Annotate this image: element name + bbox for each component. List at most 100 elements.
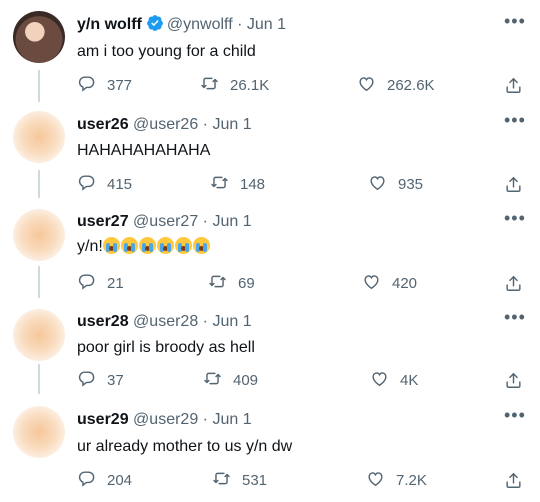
retweet-count: 26.1K (230, 77, 270, 94)
share-icon[interactable] (504, 76, 523, 100)
share-icon[interactable] (504, 274, 523, 298)
tweet-actions: 415 148 935 (0, 173, 540, 197)
retweet-count: 69 (238, 275, 255, 292)
like-count: 262.6K (387, 77, 435, 94)
verified-badge-icon (146, 14, 164, 38)
more-icon[interactable]: ••• (504, 209, 525, 228)
tweet-date[interactable]: Jun 1 (247, 16, 286, 33)
tweet-date[interactable]: Jun 1 (212, 411, 251, 428)
reply-count: 21 (107, 275, 124, 292)
tweet-date[interactable]: Jun 1 (212, 313, 251, 330)
tweet-date[interactable]: Jun 1 (212, 213, 251, 230)
tweet-header: y/n wolff @ynwolff · Jun 1 (77, 14, 286, 38)
like-icon (366, 469, 396, 492)
reply-icon (77, 369, 107, 392)
display-name[interactable]: y/n wolff (77, 16, 142, 33)
tweet-text: poor girl is broody as hell (77, 339, 255, 356)
display-name[interactable]: user27 (77, 213, 129, 230)
like-count: 4K (400, 372, 419, 389)
tweet[interactable]: user27 @user27 · Jun 1 ••• y/n! 21 69 42… (0, 198, 540, 298)
tweet-actions: 37 409 4K (0, 369, 540, 393)
reply-count: 415 (107, 176, 133, 193)
tweet-actions: 377 26.1K 262.6K (0, 74, 540, 98)
retweet-icon (212, 469, 242, 492)
like-count: 935 (398, 176, 424, 193)
reply-button[interactable]: 204 (77, 469, 132, 492)
tweet-actions: 21 69 420 (0, 272, 540, 296)
separator-dot: · (202, 213, 208, 230)
tweet-header: user28 @user28 · Jun 1 (77, 312, 252, 332)
avatar[interactable] (13, 11, 65, 63)
share-icon[interactable] (504, 371, 523, 395)
avatar[interactable] (13, 111, 65, 163)
tweet[interactable]: y/n wolff @ynwolff · Jun 1 ••• am i too y… (0, 0, 540, 100)
like-icon (368, 173, 398, 196)
display-name[interactable]: user26 (77, 116, 129, 133)
retweet-button[interactable]: 26.1K (200, 74, 269, 97)
tweet-date[interactable]: Jun 1 (212, 116, 251, 133)
like-count: 420 (392, 275, 418, 292)
user-handle[interactable]: @user26 (133, 116, 198, 133)
display-name[interactable]: user28 (77, 313, 129, 330)
like-button[interactable]: 420 (362, 272, 417, 295)
user-handle[interactable]: @user27 (133, 213, 198, 230)
retweet-icon (210, 173, 240, 196)
reply-count: 377 (107, 77, 133, 94)
reply-button[interactable]: 21 (77, 272, 124, 295)
avatar[interactable] (13, 309, 65, 361)
retweet-button[interactable]: 148 (210, 173, 265, 196)
reply-button[interactable]: 377 (77, 74, 132, 97)
avatar[interactable] (13, 406, 65, 458)
more-icon[interactable]: ••• (504, 308, 525, 327)
like-button[interactable]: 935 (368, 173, 423, 196)
tweet-text: HAHAHAHAHAHA (77, 142, 211, 159)
avatar[interactable] (13, 209, 65, 261)
reply-button[interactable]: 37 (77, 369, 124, 392)
retweet-icon (203, 369, 233, 392)
share-icon[interactable] (504, 175, 523, 199)
like-icon (370, 369, 400, 392)
like-button[interactable]: 7.2K (366, 469, 427, 492)
retweet-icon (200, 74, 230, 97)
retweet-count: 531 (242, 472, 268, 489)
retweet-count: 409 (233, 372, 259, 389)
retweet-icon (208, 272, 238, 295)
reply-icon (77, 173, 107, 196)
reply-icon (77, 469, 107, 492)
tweet-text: y/n! (77, 238, 103, 255)
emoji-row (102, 237, 211, 261)
separator-dot: · (202, 411, 208, 428)
separator-dot: · (237, 16, 243, 33)
reply-count: 204 (107, 472, 133, 489)
like-button[interactable]: 262.6K (357, 74, 435, 97)
separator-dot: · (202, 313, 208, 330)
tweet-actions: 204 531 7.2K (0, 469, 540, 493)
tweet-text: ur already mother to us y/n dw (77, 438, 293, 455)
user-handle[interactable]: @user29 (133, 411, 198, 428)
tweet-text-container: y/n! (77, 236, 211, 261)
display-name[interactable]: user29 (77, 411, 129, 428)
loudly-crying-face-icon (102, 237, 120, 254)
tweet-text: am i too young for a child (77, 43, 256, 60)
like-count: 7.2K (396, 472, 427, 489)
reply-button[interactable]: 415 (77, 173, 132, 196)
loudly-crying-face-icon (174, 237, 192, 254)
tweet[interactable]: user29 @user29 · Jun 1 ••• ur already mo… (0, 395, 540, 502)
share-icon[interactable] (504, 471, 523, 495)
tweet[interactable]: user26 @user26 · Jun 1 ••• HAHAHAHAHAHA … (0, 100, 540, 200)
like-button[interactable]: 4K (370, 369, 418, 392)
tweet-header: user29 @user29 · Jun 1 (77, 410, 252, 430)
more-icon[interactable]: ••• (504, 406, 525, 425)
more-icon[interactable]: ••• (504, 12, 525, 31)
loudly-crying-face-icon (192, 237, 210, 254)
more-icon[interactable]: ••• (504, 111, 525, 130)
reply-count: 37 (107, 372, 124, 389)
retweet-button[interactable]: 69 (208, 272, 255, 295)
retweet-button[interactable]: 531 (212, 469, 267, 492)
user-handle[interactable]: @user28 (133, 313, 198, 330)
tweet[interactable]: user28 @user28 · Jun 1 ••• poor girl is … (0, 297, 540, 397)
retweet-button[interactable]: 409 (203, 369, 258, 392)
separator-dot: · (202, 116, 208, 133)
loudly-crying-face-icon (138, 237, 156, 254)
user-handle[interactable]: @ynwolff (167, 16, 233, 33)
